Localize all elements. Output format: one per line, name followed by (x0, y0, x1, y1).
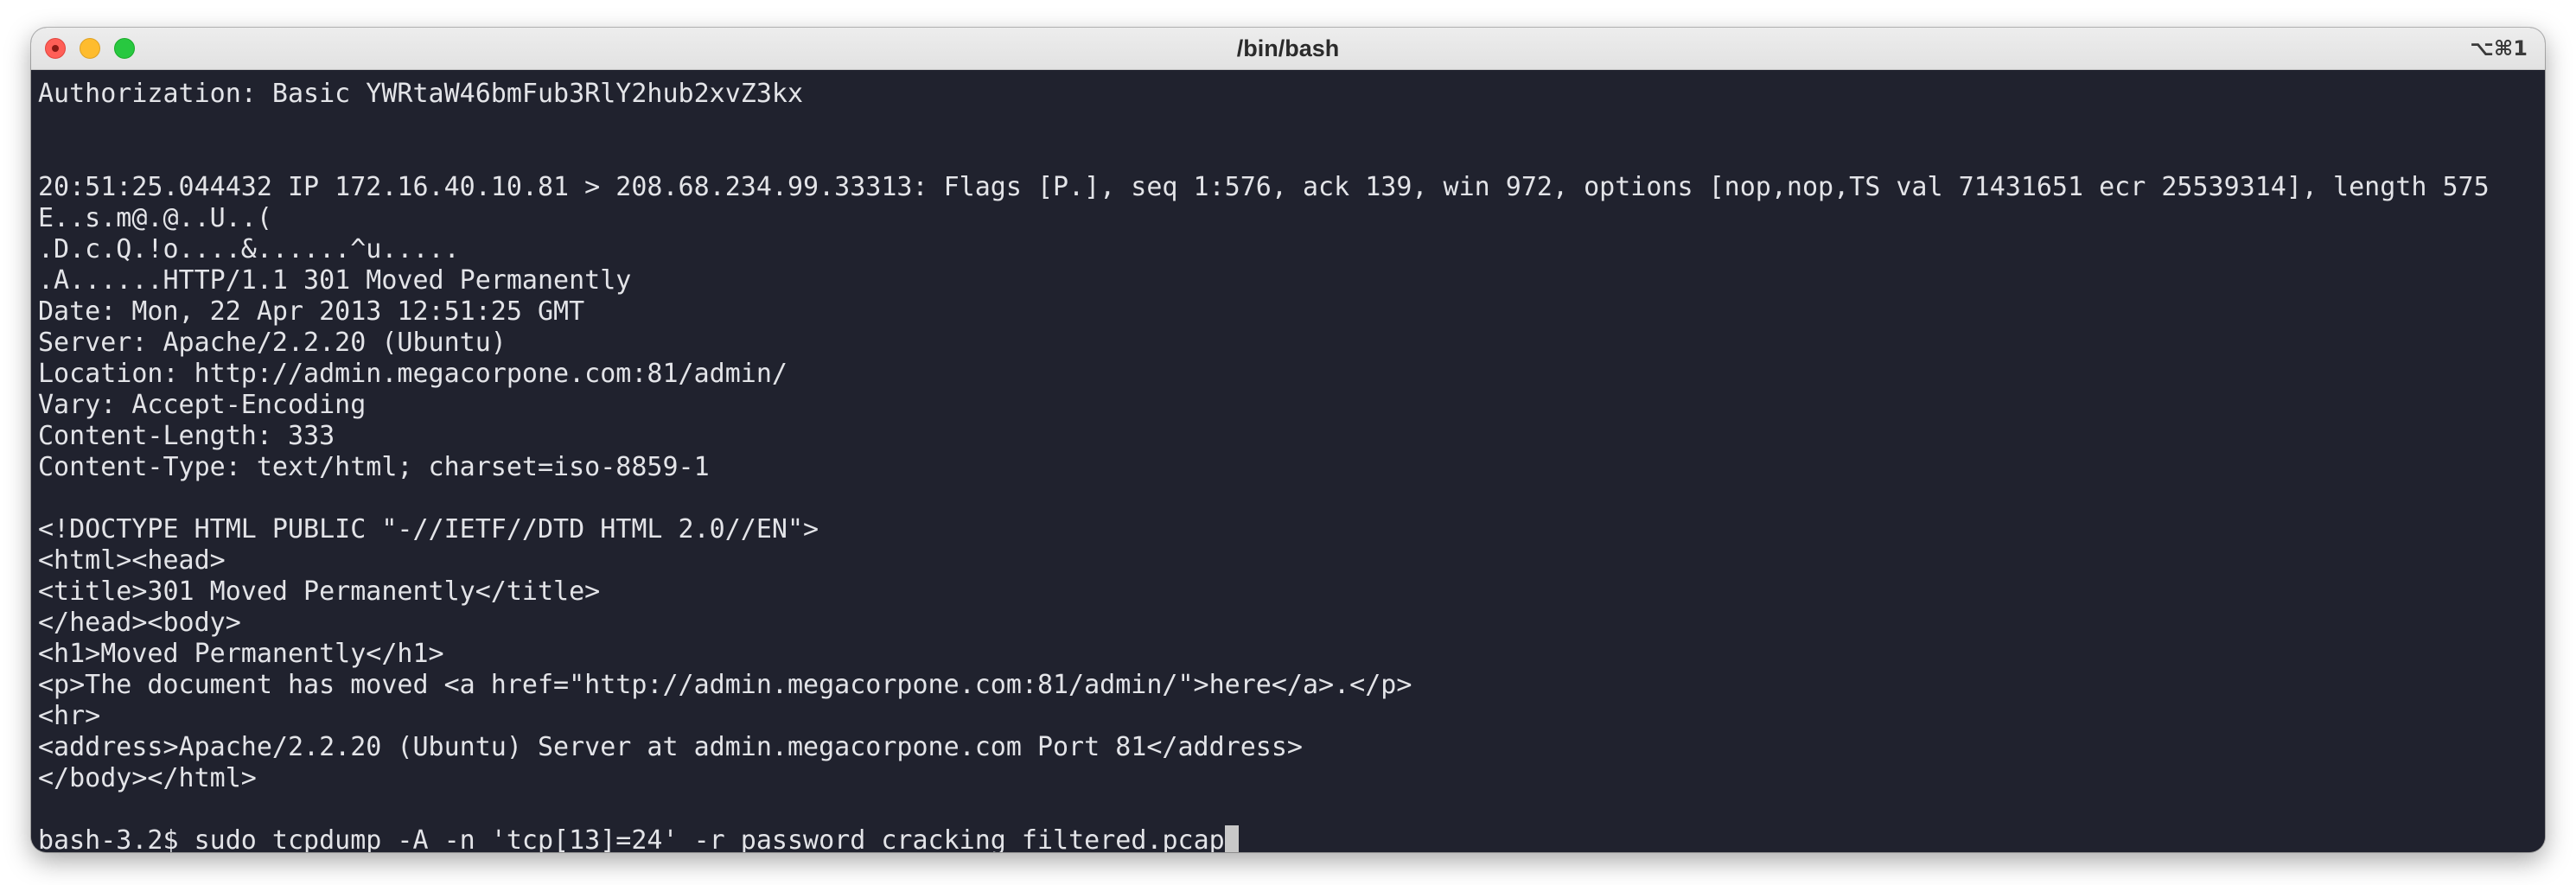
terminal-line: <!DOCTYPE HTML PUBLIC "-//IETF//DTD HTML… (38, 514, 819, 544)
command-input[interactable]: sudo tcpdump -A -n 'tcp[13]=24' -r passw… (194, 825, 1225, 852)
terminal-line: </head><body> (38, 608, 241, 638)
terminal-line: <hr> (38, 701, 101, 731)
terminal-line: Date: Mon, 22 Apr 2013 12:51:25 GMT (38, 296, 585, 327)
terminal-line: Authorization: Basic YWRtaW46bmFub3RlY2h… (38, 79, 804, 109)
terminal-line: E..s.m@.@..U..( (38, 203, 272, 233)
terminal-line: Content-Length: 333 (38, 421, 335, 451)
text-cursor (1224, 825, 1239, 852)
window-title: /bin/bash (1236, 35, 1340, 61)
title-bar[interactable]: /bin/bash ⌥⌘1 (31, 28, 2545, 70)
terminal-window: /bin/bash ⌥⌘1 Authorization: Basic YWRta… (31, 28, 2545, 852)
terminal-line: Server: Apache/2.2.20 (Ubuntu) (38, 328, 507, 358)
terminal-line: Location: http://admin.megacorpone.com:8… (38, 359, 787, 389)
command-line[interactable]: bash-3.2$ sudo tcpdump -A -n 'tcp[13]=24… (38, 825, 2545, 852)
terminal-line: .A......HTTP/1.1 301 Moved Permanently (38, 265, 632, 296)
terminal-output[interactable]: Authorization: Basic YWRtaW46bmFub3RlY2h… (31, 70, 2545, 852)
terminal-line: .D.c.Q.!o....&......^u..... (38, 234, 460, 264)
window-shortcut-label: ⌥⌘1 (2470, 36, 2528, 60)
shell-prompt: bash-3.2$ (38, 825, 194, 852)
terminal-line: </body></html> (38, 763, 257, 793)
terminal-line: Content-Type: text/html; charset=iso-885… (38, 452, 710, 482)
terminal-line: 20:51:25.044432 IP 172.16.40.10.81 > 208… (38, 172, 2490, 202)
terminal-line: Vary: Accept-Encoding (38, 390, 367, 420)
terminal-line: <h1>Moved Permanently</h1> (38, 639, 444, 669)
terminal-line: <p>The document has moved <a href="http:… (38, 670, 1412, 700)
terminal-line: <html><head> (38, 545, 226, 576)
terminal-line: <title>301 Moved Permanently</title> (38, 576, 601, 607)
terminal-line: <address>Apache/2.2.20 (Ubuntu) Server a… (38, 732, 1303, 762)
